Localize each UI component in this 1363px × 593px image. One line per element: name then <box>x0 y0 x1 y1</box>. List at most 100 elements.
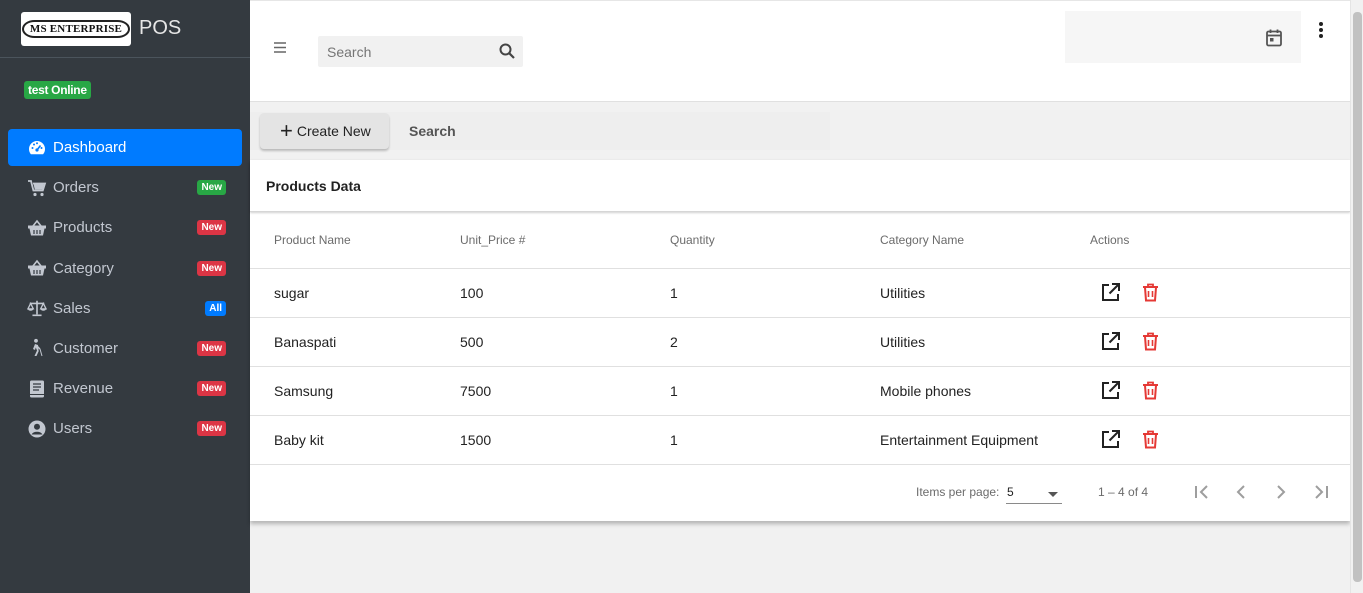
brand-logo-text: MS ENTERPRISE <box>21 19 131 38</box>
brand-logo[interactable]: MS ENTERPRISE <box>21 11 131 46</box>
category-name-cell: Utilities <box>880 317 1090 367</box>
product-name-cell: Banaspati <box>250 317 460 367</box>
sidebar-item-label: Customer <box>53 339 119 357</box>
quantity-cell: 1 <box>670 366 880 416</box>
scrollbar-thumb[interactable] <box>1353 12 1362 582</box>
scale-icon <box>27 298 47 318</box>
basket-icon <box>27 218 47 238</box>
items-per-page-value: 5 <box>1007 485 1014 499</box>
search-tab[interactable]: Search <box>409 123 456 139</box>
next-page-icon[interactable] <box>1269 480 1293 504</box>
new-badge: New <box>197 220 226 236</box>
last-page-icon[interactable] <box>1309 480 1333 504</box>
unit-price-cell: 100 <box>460 268 670 318</box>
product-name-cell: Baby kit <box>250 415 460 465</box>
open-in-new-icon[interactable] <box>1100 282 1121 303</box>
sidebar-item-products[interactable]: Products New <box>8 209 242 246</box>
first-page-icon[interactable] <box>1190 480 1214 504</box>
sidebar-item-label: Revenue <box>53 380 114 398</box>
new-badge: New <box>197 180 226 196</box>
previous-page-icon[interactable] <box>1229 480 1253 504</box>
table-row: Samsung 7500 1 Mobile phones <box>250 366 1350 416</box>
column-header: Unit_Price # <box>460 213 670 269</box>
actions-cell <box>1090 317 1350 367</box>
sidebar-item-sales[interactable]: Sales All <box>8 290 242 327</box>
user-status-badge: test Online <box>24 81 91 99</box>
sidebar-item-customer[interactable]: Customer New <box>8 330 242 367</box>
search-box <box>318 36 523 67</box>
table-row: Baby kit 1500 1 Entertainment Equipment <box>250 415 1350 465</box>
quantity-cell: 2 <box>670 317 880 367</box>
unit-price-cell: 1500 <box>460 415 670 465</box>
paginator: Items per page: 5 1 – 4 of 4 <box>250 472 1350 512</box>
sidebar-item-users[interactable]: Users New <box>8 410 242 447</box>
column-header: Product Name <box>250 213 460 269</box>
sidebar-item-label: Users <box>53 420 93 438</box>
new-badge: New <box>197 260 226 276</box>
sidebar-item-dashboard[interactable]: Dashboard <box>8 129 242 166</box>
user-circle-icon <box>27 419 47 439</box>
walking-person-icon <box>27 338 47 358</box>
sidebar-nav: Dashboard Orders New Products New Catego… <box>8 129 242 451</box>
product-name-cell: sugar <box>250 268 460 318</box>
sidebar-item-label: Sales <box>53 299 91 317</box>
delete-icon[interactable] <box>1140 282 1161 303</box>
category-name-cell: Utilities <box>880 268 1090 318</box>
table-row: sugar 100 1 Utilities <box>250 268 1350 318</box>
new-badge: New <box>197 381 226 397</box>
search-icon[interactable] <box>499 43 515 59</box>
delete-icon[interactable] <box>1140 331 1161 352</box>
top-bar <box>250 0 1350 102</box>
open-in-new-icon[interactable] <box>1100 331 1121 352</box>
column-header: Quantity <box>670 213 880 269</box>
quantity-cell: 1 <box>670 415 880 465</box>
table-row: Banaspati 500 2 Utilities <box>250 317 1350 367</box>
dashboard-icon <box>27 138 47 158</box>
column-header: Actions <box>1090 213 1350 269</box>
table-header-row: Product Name Unit_Price # Quantity Categ… <box>250 213 1350 269</box>
card-title: Products Data <box>250 160 1350 212</box>
unit-price-cell: 7500 <box>460 366 670 416</box>
actions-cell <box>1090 268 1350 318</box>
items-per-page-select[interactable]: 5 <box>1006 480 1062 504</box>
sidebar-item-revenue[interactable]: Revenue New <box>8 370 242 407</box>
brand[interactable]: MS ENTERPRISE POS <box>0 0 250 58</box>
all-badge: All <box>205 300 226 316</box>
items-per-page-label: Items per page: <box>916 485 1000 499</box>
more-vert-icon[interactable] <box>1316 21 1326 39</box>
book-icon <box>27 379 47 399</box>
date-picker-field[interactable] <box>1065 11 1301 63</box>
products-card: Products Data Product Name Unit_Price # … <box>250 160 1350 521</box>
action-toolbar: + Create New Search <box>250 112 830 150</box>
sidebar-item-label: Orders <box>53 179 99 197</box>
open-in-new-icon[interactable] <box>1100 380 1121 401</box>
open-in-new-icon[interactable] <box>1100 429 1121 450</box>
create-new-button[interactable]: + Create New <box>260 113 389 149</box>
calendar-icon[interactable] <box>1265 28 1283 47</box>
sidebar-item-orders[interactable]: Orders New <box>8 169 242 206</box>
sidebar-item-label: Dashboard <box>53 139 127 156</box>
category-name-cell: Mobile phones <box>880 366 1090 416</box>
new-badge: New <box>197 340 226 356</box>
products-table: Product Name Unit_Price # Quantity Categ… <box>250 213 1350 465</box>
quantity-cell: 1 <box>670 268 880 318</box>
scrollbar[interactable] <box>1350 0 1363 593</box>
actions-cell <box>1090 415 1350 465</box>
product-name-cell: Samsung <box>250 366 460 416</box>
page-range-label: 1 – 4 of 4 <box>1098 485 1149 499</box>
cart-icon <box>27 178 47 198</box>
delete-icon[interactable] <box>1140 429 1161 450</box>
search-input[interactable] <box>318 43 488 60</box>
delete-icon[interactable] <box>1140 380 1161 401</box>
menu-icon[interactable] <box>272 39 290 57</box>
sidebar-item-category[interactable]: Category New <box>8 250 242 287</box>
sidebar: MS ENTERPRISE POS test Online Dashboard … <box>0 0 250 593</box>
sidebar-item-label: Category <box>53 259 114 277</box>
dropdown-arrow-icon <box>1048 492 1058 497</box>
column-header: Category Name <box>880 213 1090 269</box>
unit-price-cell: 500 <box>460 317 670 367</box>
plus-icon: + <box>280 118 293 143</box>
sidebar-item-label: Products <box>53 219 113 237</box>
basket-icon <box>27 258 47 278</box>
app-name: POS <box>139 17 182 39</box>
